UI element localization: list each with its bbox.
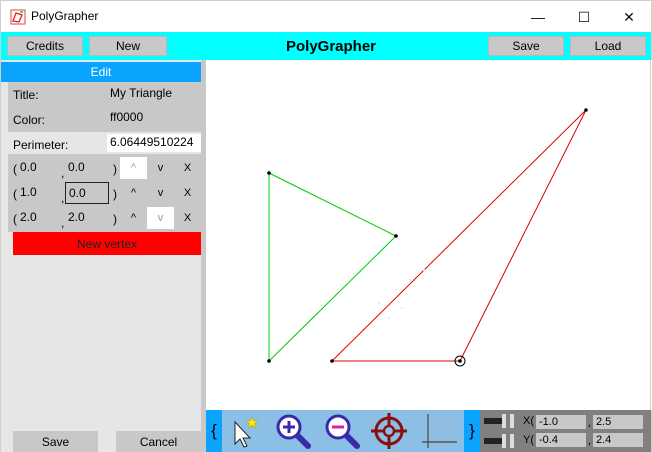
vertex-2-delete-button[interactable]: X	[174, 182, 201, 204]
title-field[interactable]: My Triangle	[107, 84, 201, 106]
vertex-point[interactable]	[394, 234, 398, 238]
vertex-3-x-field[interactable]: 2.0	[17, 207, 61, 229]
grid-icon[interactable]	[420, 412, 458, 450]
app-icon	[10, 9, 26, 25]
zoom-out-icon[interactable]	[323, 412, 361, 450]
vertex-2-down-button[interactable]: v	[147, 182, 174, 204]
new-button[interactable]: New	[89, 36, 167, 56]
perimeter-field[interactable]: 6.06449510224	[107, 134, 202, 152]
vertex-1-down-button[interactable]: v	[147, 157, 174, 179]
edit-header: Edit	[1, 62, 201, 82]
y-slider-icon[interactable]	[484, 434, 516, 448]
vertex-point[interactable]	[267, 171, 271, 175]
window-title: PolyGrapher	[31, 9, 99, 23]
close-button[interactable]: ✕	[606, 1, 652, 33]
color-label: Color:	[13, 113, 46, 127]
vertex-point[interactable]	[330, 359, 334, 363]
tools-brace-open: {	[206, 410, 222, 452]
minimize-button[interactable]: —	[515, 1, 561, 33]
zoom-in-icon[interactable]	[274, 412, 312, 450]
vertex-2-up-button[interactable]: ^	[120, 182, 147, 204]
load-button[interactable]: Load	[570, 36, 646, 56]
save-edit-button[interactable]: Save	[13, 431, 98, 452]
tools-brace-close: }	[464, 410, 480, 452]
vertex-2-y-field[interactable]: 0.0	[65, 182, 109, 204]
new-vertex-button[interactable]: New vertex	[13, 232, 201, 255]
y-min-field[interactable]: -0.4	[536, 433, 586, 447]
paren-close: )	[113, 162, 117, 176]
maximize-button[interactable]: ☐	[561, 1, 607, 33]
y-range-label: Y(	[523, 434, 534, 446]
top-toolbar: Credits New PolyGrapher Save Load	[0, 32, 652, 60]
paren-close: )	[113, 212, 117, 226]
red-polygon[interactable]	[330, 108, 588, 367]
select-pointer-icon[interactable]	[226, 414, 260, 448]
comma: ,	[588, 435, 592, 447]
vertex-3-y-field[interactable]: 2.0	[65, 207, 109, 229]
graph-canvas[interactable]	[206, 60, 651, 410]
tool-strip	[222, 410, 464, 452]
vertex-1-delete-button[interactable]: X	[174, 157, 201, 179]
comma: ,	[588, 417, 592, 429]
coordinate-range-panel: X( -1.0 , 2.5 Y( -0.4 , 2.4	[480, 410, 652, 452]
color-field[interactable]: ff0000	[107, 108, 201, 130]
perimeter-label: Perimeter:	[13, 138, 69, 152]
comma: ,	[61, 166, 65, 180]
crosshair-icon[interactable]	[370, 412, 408, 450]
cancel-button[interactable]: Cancel	[116, 431, 201, 452]
app-header-title: PolyGrapher	[285, 38, 377, 55]
vertex-3-up-button[interactable]: ^	[120, 207, 147, 229]
comma: ,	[61, 216, 65, 230]
vertex-3-down-button[interactable]: v	[147, 207, 174, 229]
x-slider-icon[interactable]	[484, 414, 516, 428]
vertex-3-delete-button[interactable]: X	[174, 207, 201, 229]
vertex-2-x-field[interactable]: 1.0	[17, 182, 61, 204]
title-label: Title:	[13, 88, 39, 102]
x-max-field[interactable]: 2.5	[593, 415, 643, 429]
title-bar: PolyGrapher — ☐ ✕	[0, 0, 652, 32]
comma: ,	[61, 191, 65, 205]
credits-button[interactable]: Credits	[7, 36, 83, 56]
vertex-1-y-field[interactable]: 0.0	[65, 157, 109, 179]
vertex-point[interactable]	[584, 108, 588, 112]
vertex-1-x-field[interactable]: 0.0	[17, 157, 61, 179]
vertex-1-up-button[interactable]: ^	[120, 157, 147, 179]
paren-close: )	[113, 187, 117, 201]
y-max-field[interactable]: 2.4	[593, 433, 643, 447]
polygon-drawing	[267, 108, 588, 367]
save-file-button[interactable]: Save	[488, 36, 564, 56]
vertex-point[interactable]	[267, 359, 271, 363]
green-polygon[interactable]	[267, 171, 398, 363]
x-min-field[interactable]: -1.0	[536, 415, 586, 429]
x-range-label: X(	[523, 415, 534, 427]
